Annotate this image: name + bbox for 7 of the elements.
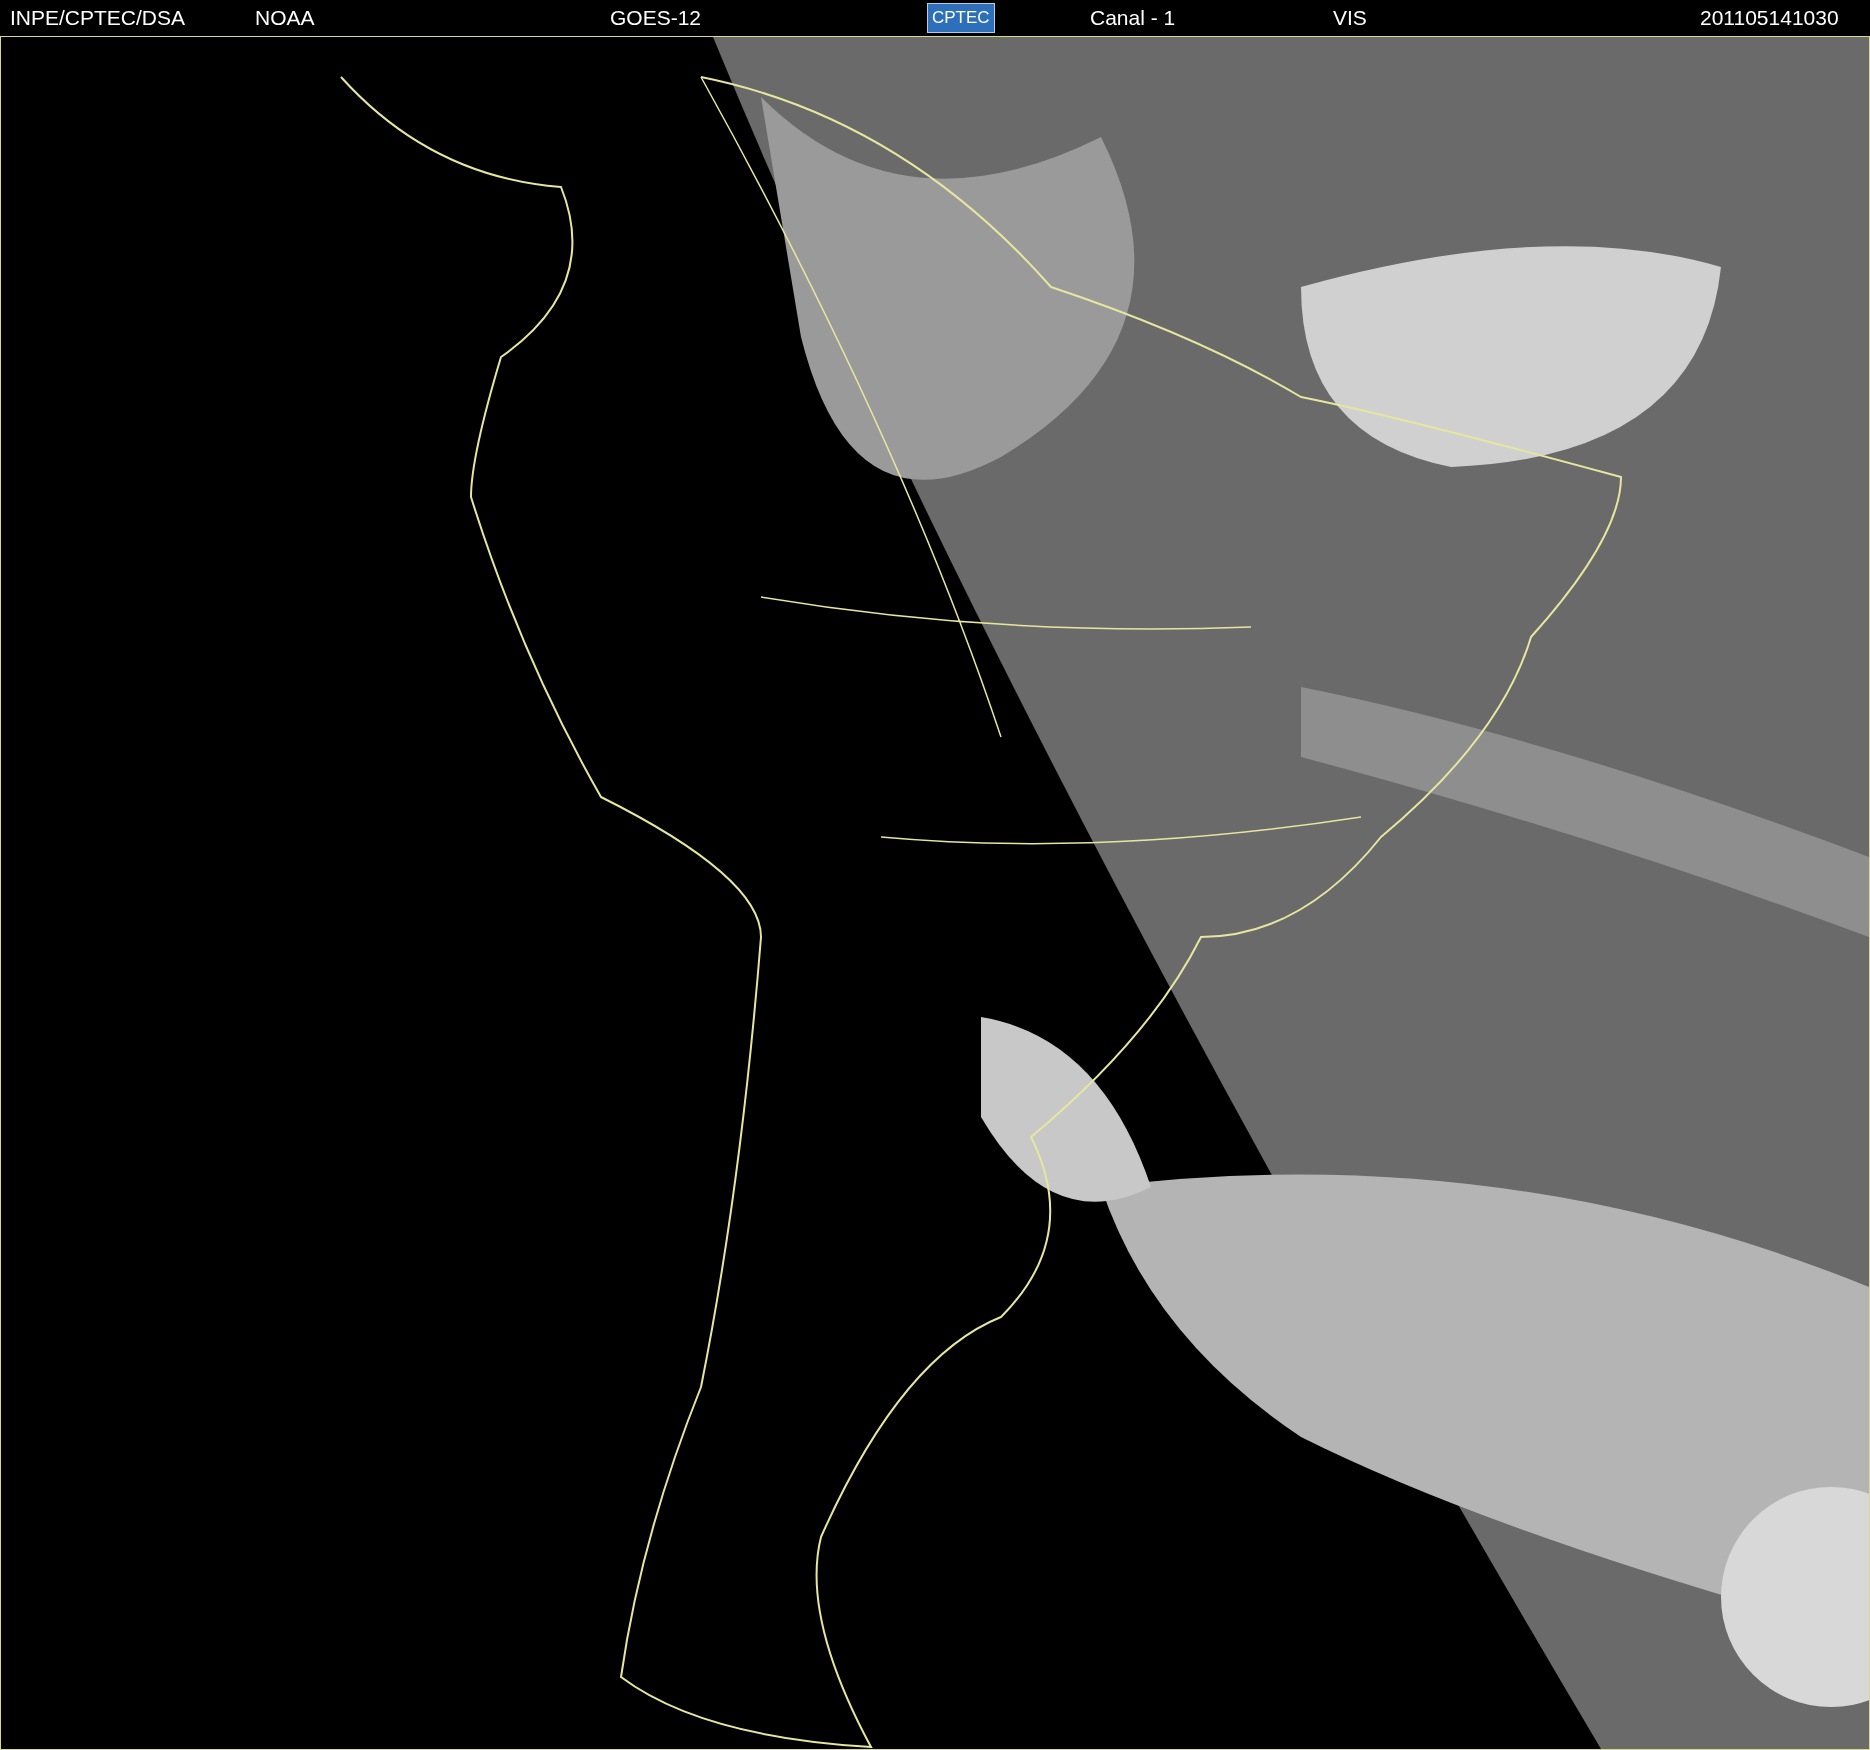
channel-label: Canal - 1 — [1090, 6, 1176, 30]
logo: CPTEC — [927, 3, 995, 33]
source-label: INPE/CPTEC/DSA — [10, 6, 186, 30]
satellite-label: GOES-12 — [610, 6, 702, 30]
band-label: VIS — [1333, 6, 1367, 30]
timestamp-label: 201105141030 — [1700, 6, 1840, 30]
agency-label: NOAA — [255, 6, 315, 30]
